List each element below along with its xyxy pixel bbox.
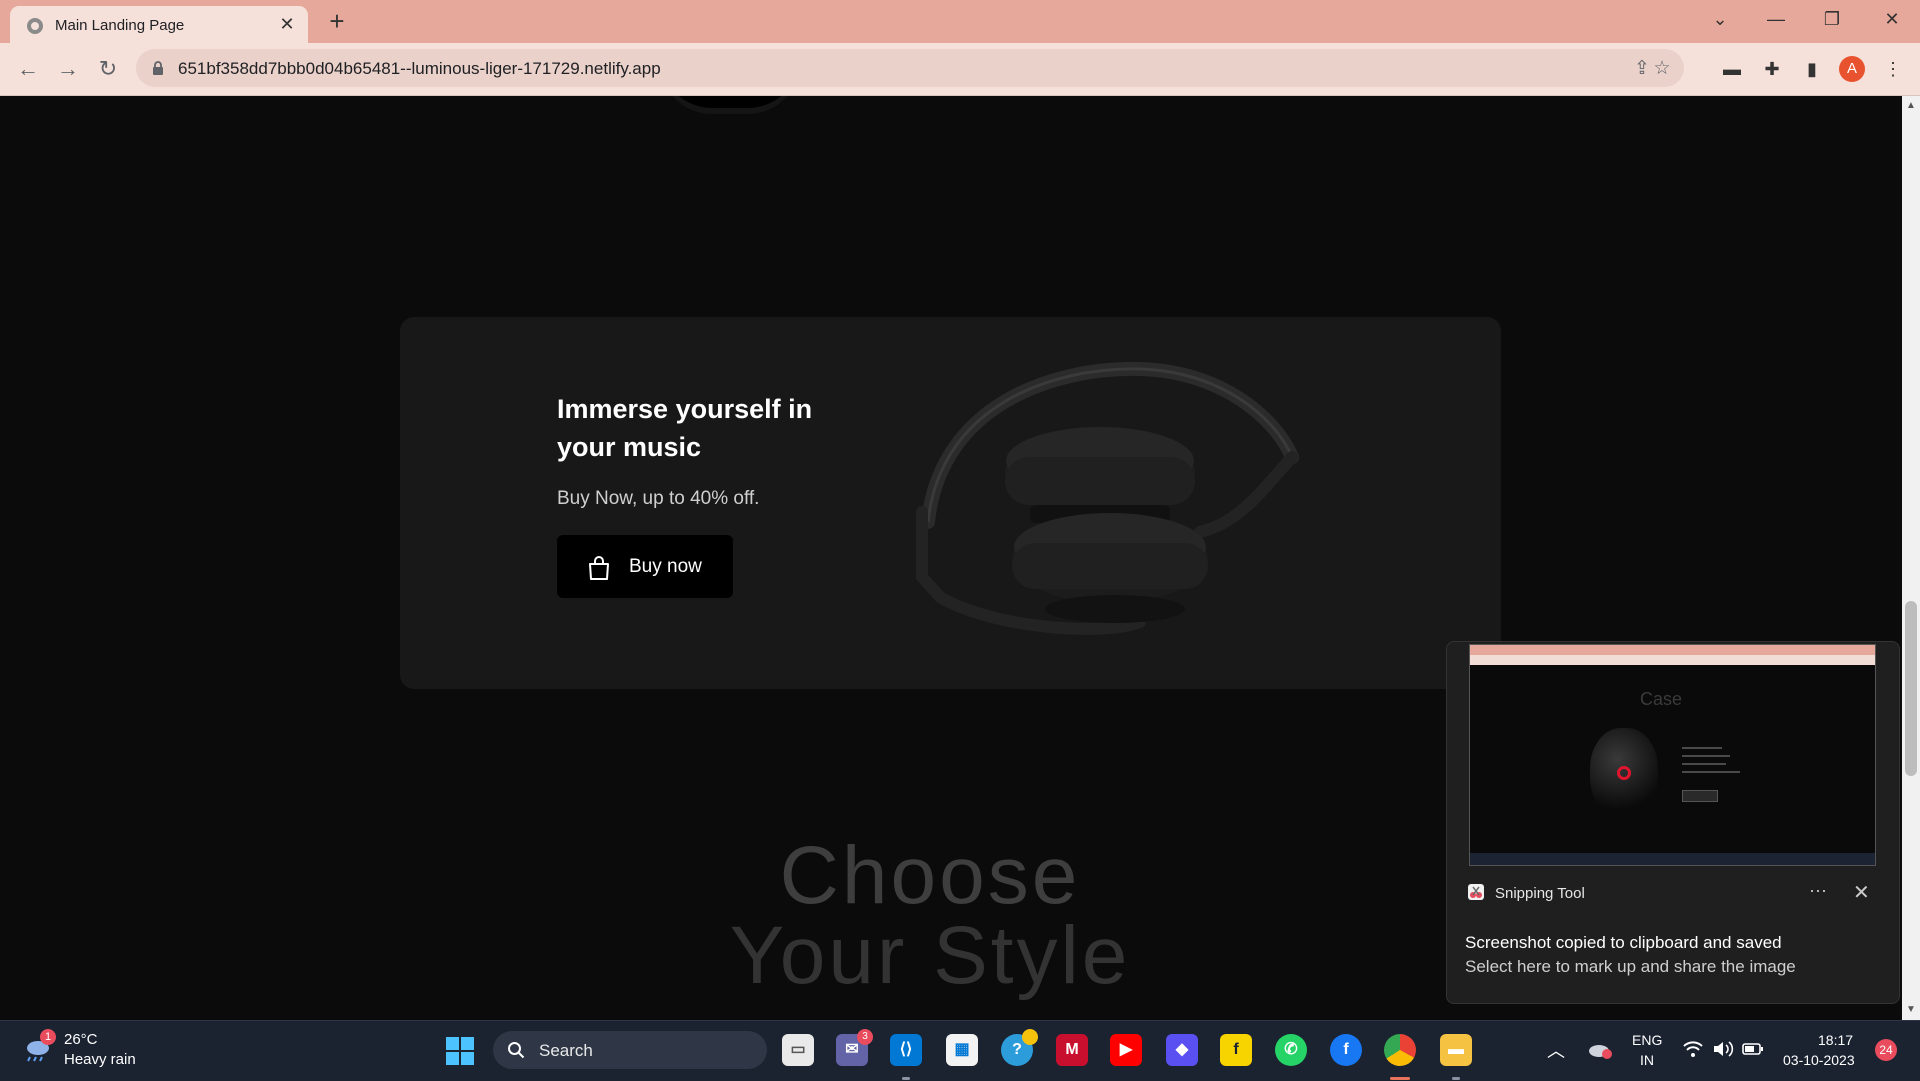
copilot-icon[interactable]: ◆ <box>1166 1034 1198 1066</box>
restore-button[interactable]: ❐ <box>1804 0 1860 40</box>
promo-subtitle: Buy Now, up to 40% off. <box>557 488 760 509</box>
new-tab-button[interactable]: + <box>322 6 352 36</box>
reload-icon[interactable]: ↻ <box>92 53 124 85</box>
facebook-icon[interactable]: f <box>1330 1034 1362 1066</box>
promo-card: Immerse yourself in your music Buy Now, … <box>400 317 1501 689</box>
vscode-icon[interactable]: ⟨⟩ <box>890 1034 922 1066</box>
shopping-bag-icon <box>589 556 609 580</box>
screenshot-preview[interactable]: Case <box>1469 644 1876 866</box>
snipping-tool-icon <box>1468 884 1484 900</box>
headphones-image <box>916 361 1299 635</box>
choose-heading-line1: Choose <box>779 830 1081 921</box>
windows-taskbar: 1 26°C Heavy rain Search ▭ ✉ 3 ⟨⟩ ▦ ? M … <box>0 1020 1920 1081</box>
tab-close-icon[interactable]: ✕ <box>276 13 298 35</box>
buy-now-button[interactable]: Buy now <box>557 535 733 598</box>
back-icon[interactable]: ← <box>12 53 44 85</box>
preview-case-text: Case <box>1640 689 1683 709</box>
preview-text-line <box>1682 771 1740 773</box>
close-window-button[interactable]: ✕ <box>1864 0 1920 40</box>
address-bar[interactable]: 651bf358dd7bbb0d04b65481--luminous-liger… <box>136 49 1684 87</box>
task-view-icon[interactable]: ▭ <box>782 1034 814 1066</box>
clock-date[interactable]: 03-10-2023 <box>1783 1052 1855 1068</box>
file-explorer-icon[interactable]: ▬ <box>1440 1034 1472 1066</box>
browser-toolbar: ← → ↻ 651bf358dd7bbb0d04b65481--luminous… <box>0 43 1920 96</box>
search-label: Search <box>539 1041 593 1060</box>
profile-avatar[interactable]: A <box>1839 56 1865 82</box>
chrome-icon[interactable] <box>1384 1034 1416 1066</box>
whatsapp-icon[interactable]: ✆ <box>1275 1034 1307 1066</box>
scroll-down-arrow-icon[interactable]: ▼ <box>1902 1002 1920 1018</box>
taskbar-search[interactable]: Search <box>493 1031 767 1069</box>
promo-heading: Immerse yourself in your music <box>557 394 813 462</box>
forward-icon[interactable]: → <box>52 53 84 85</box>
snipping-tool-notification[interactable]: Case Snipping Tool ··· ✕ Screenshot copi… <box>1446 641 1900 1004</box>
buy-now-label: Buy now <box>629 556 702 577</box>
minimize-button[interactable]: — <box>1748 0 1804 40</box>
scrollbar-thumb[interactable] <box>1905 601 1917 776</box>
more-options-icon[interactable]: ··· <box>1809 880 1827 901</box>
help-badge <box>1022 1029 1038 1045</box>
clock-time[interactable]: 18:17 <box>1818 1032 1853 1048</box>
browser-tab[interactable]: Main Landing Page ✕ <box>10 6 308 43</box>
product-image-partial <box>660 96 800 108</box>
onedrive-error-icon[interactable] <box>1587 1041 1613 1059</box>
browser-titlebar: Main Landing Page ✕ + ⌄ — ❐ ✕ <box>0 0 1920 43</box>
preview-button <box>1682 790 1718 802</box>
windows-start-icon[interactable] <box>446 1037 474 1065</box>
cast-icon[interactable]: ▬ <box>1718 55 1746 83</box>
microsoft-store-icon[interactable]: ▦ <box>946 1034 978 1066</box>
url-text[interactable]: 651bf358dd7bbb0d04b65481--luminous-liger… <box>178 59 661 79</box>
notification-close-icon[interactable]: ✕ <box>1853 880 1870 905</box>
battery-icon[interactable] <box>1742 1041 1764 1057</box>
mcafee-icon[interactable]: M <box>1056 1034 1088 1066</box>
wifi-icon[interactable] <box>1682 1039 1704 1059</box>
language-indicator[interactable]: ENG <box>1632 1032 1662 1048</box>
youtube-icon[interactable]: ▶ <box>1110 1034 1142 1066</box>
page-scrollbar[interactable]: ▲ ▼ <box>1902 96 1920 1020</box>
teams-badge: 3 <box>857 1029 873 1045</box>
search-icon <box>508 1042 525 1059</box>
weather-temperature[interactable]: 26°C <box>64 1031 98 1048</box>
preview-text-line <box>1682 763 1726 765</box>
preview-text-line <box>1682 747 1722 749</box>
beats-logo-icon <box>1617 766 1631 780</box>
bookmark-star-icon[interactable]: ☆ <box>1650 57 1674 81</box>
volume-icon[interactable] <box>1712 1039 1734 1059</box>
tab-title: Main Landing Page <box>55 17 185 34</box>
lock-icon <box>153 61 163 75</box>
notification-app-name: Snipping Tool <box>1495 885 1585 902</box>
choose-heading-line2: Your Style <box>729 910 1131 1001</box>
extensions-puzzle-icon[interactable]: ✚ <box>1758 55 1786 83</box>
scroll-up-arrow-icon[interactable]: ▲ <box>1902 98 1920 114</box>
side-panel-icon[interactable]: ▮ <box>1798 55 1826 83</box>
tab-search-chevron-icon[interactable]: ⌄ <box>1692 0 1748 40</box>
notification-center-badge[interactable]: 24 <box>1875 1039 1897 1061</box>
choose-style-heading: Choose Your Style <box>700 830 1160 1001</box>
menu-kebab-icon[interactable]: ⋮ <box>1879 55 1907 83</box>
notification-body: Select here to mark up and share the ima… <box>1465 957 1796 976</box>
tray-overflow-chevron-icon[interactable]: ︿ <box>1547 1037 1565 1063</box>
flipkart-icon[interactable]: f <box>1220 1034 1252 1066</box>
preview-taskbar <box>1470 853 1875 865</box>
weather-alert-badge: 1 <box>40 1029 56 1045</box>
preview-addressbar <box>1470 655 1875 665</box>
weather-description[interactable]: Heavy rain <box>64 1051 136 1068</box>
globe-icon <box>27 18 43 34</box>
region-indicator[interactable]: IN <box>1640 1052 1654 1068</box>
notification-title: Screenshot copied to clipboard and saved <box>1465 933 1782 952</box>
preview-text-line <box>1682 755 1730 757</box>
